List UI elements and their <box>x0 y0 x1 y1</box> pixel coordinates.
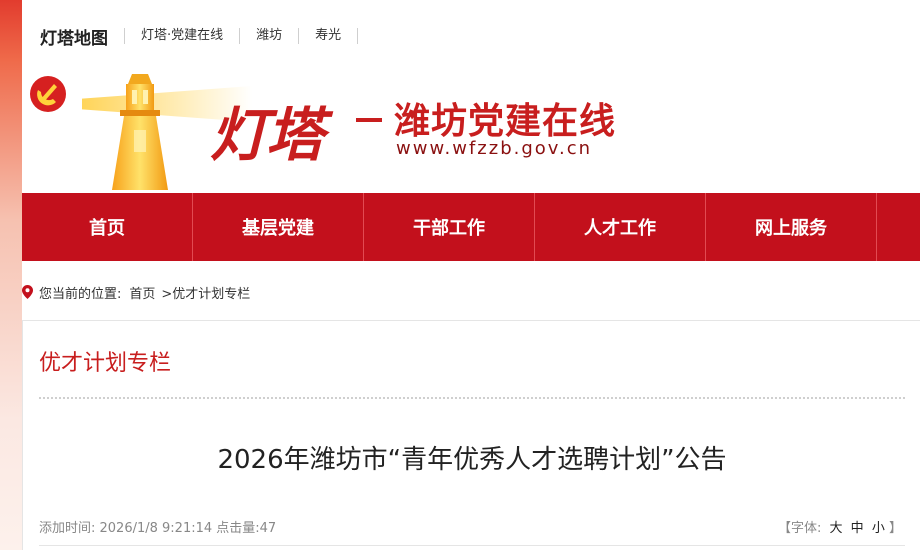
nav-item-online-services[interactable]: 网上服务 <box>706 193 877 261</box>
nav-item-grassroots-party[interactable]: 基层党建 <box>193 193 364 261</box>
site-url: www.wfzzb.gov.cn <box>396 138 593 159</box>
top-brand-link[interactable]: 灯塔地图 <box>40 24 108 49</box>
logo-script-text: 灯塔 <box>210 101 324 169</box>
nav-item-talent-work[interactable]: 人才工作 <box>535 193 706 261</box>
main-nav: 首页 基层党建 干部工作 人才工作 网上服务 <box>22 193 920 261</box>
font-size-close-bracket: 】 <box>888 521 902 536</box>
dotted-divider <box>39 397 905 399</box>
top-divider <box>357 28 359 44</box>
nav-item-home[interactable]: 首页 <box>22 193 193 261</box>
top-bar: 灯塔地图 灯塔·党建在线 潍坊 寿光 <box>22 16 920 56</box>
location-pin-icon <box>22 285 33 299</box>
font-size-controls: 【字体: 大 中 小 】 <box>778 517 902 536</box>
lighthouse-icon <box>112 74 168 190</box>
font-size-large-button[interactable]: 大 <box>830 521 843 536</box>
breadcrumb-current-link[interactable]: >优才计划专栏 <box>161 283 250 302</box>
content-panel: 优才计划专栏 2026年潍坊市“青年优秀人才选聘计划”公告 添加时间: 2026… <box>22 320 920 550</box>
nav-item-cadre-work[interactable]: 干部工作 <box>364 193 535 261</box>
section-title: 优才计划专栏 <box>39 351 172 376</box>
font-size-small-button[interactable]: 小 <box>872 521 885 536</box>
breadcrumb: 您当前的位置: 首页 >优才计划专栏 <box>22 280 250 304</box>
top-link-shouguang[interactable]: 寿光 <box>298 28 357 44</box>
breadcrumb-home-link[interactable]: 首页 <box>129 283 155 302</box>
top-link-party-online[interactable]: 灯塔·党建在线 <box>124 28 239 44</box>
page: 灯塔地图 灯塔·党建在线 潍坊 寿光 灯塔 潍坊党建在线 www.wfzzb.g… <box>22 0 920 550</box>
meta-divider <box>39 545 905 546</box>
breadcrumb-prefix: 您当前的位置: <box>39 286 122 302</box>
logo-dash <box>356 118 382 122</box>
site-title: 潍坊党建在线 <box>394 100 617 142</box>
font-size-label: 【字体: <box>777 521 822 536</box>
site-banner: 灯塔 潍坊党建在线 www.wfzzb.gov.cn <box>22 56 920 192</box>
font-size-medium-button[interactable]: 中 <box>851 521 864 536</box>
article-title: 2026年潍坊市“青年优秀人才选聘计划”公告 <box>217 445 727 475</box>
article-meta: 添加时间: 2026/1/8 9:21:14 点击量:47 <box>39 521 277 536</box>
top-link-weifang[interactable]: 潍坊 <box>239 28 298 44</box>
party-emblem-icon <box>30 76 66 112</box>
